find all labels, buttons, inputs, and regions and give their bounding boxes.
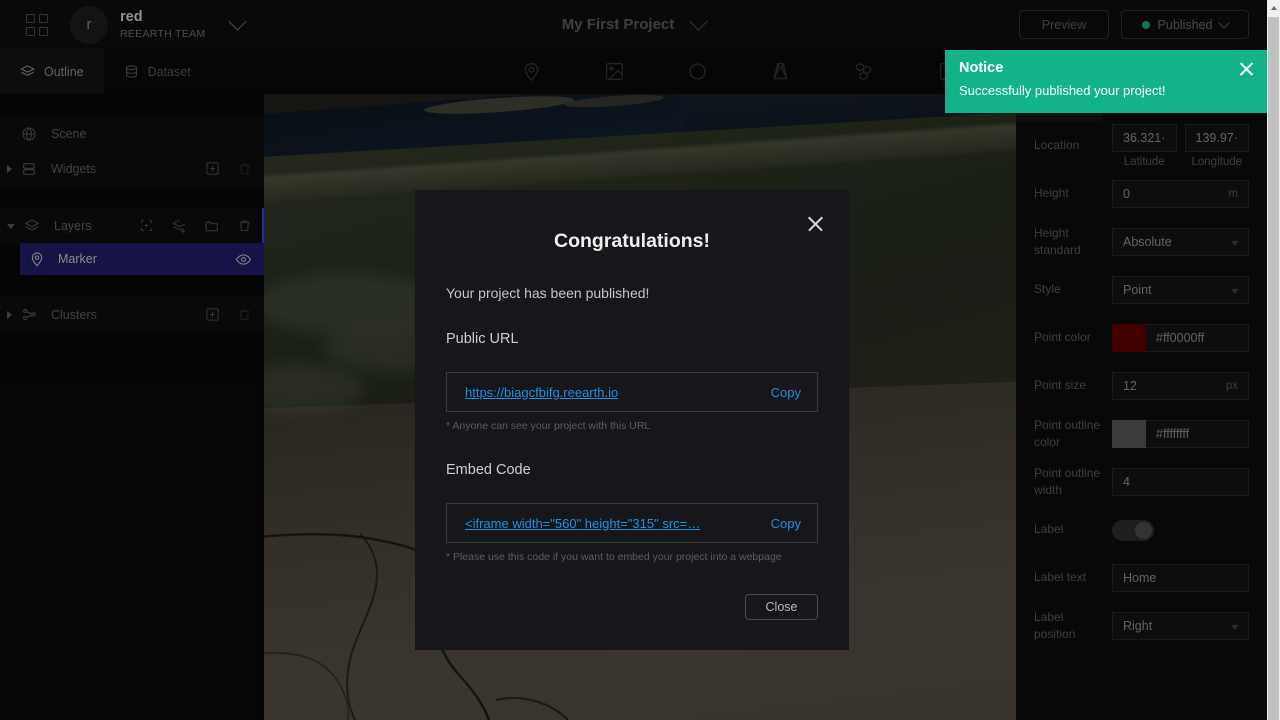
reearth-editor-window: r red REEARTH TEAM Preview Published My …: [0, 0, 1280, 720]
public-url-field: https://biagcfbifg.reearth.io Copy: [446, 372, 818, 412]
copy-embed-code-button[interactable]: Copy: [771, 516, 801, 531]
close-dialog-button[interactable]: Close: [745, 594, 818, 620]
public-url-section-heading: Public URL: [446, 331, 519, 347]
embed-code-hint: * Please use this code if you want to em…: [446, 551, 782, 563]
notice-title: Notice: [959, 60, 1004, 76]
public-url-link[interactable]: https://biagcfbifg.reearth.io: [465, 385, 618, 400]
close-dialog-button-label: Close: [765, 600, 798, 614]
notice-message: Successfully published your project!: [959, 83, 1166, 98]
notice-toast: Notice Successfully published your proje…: [945, 50, 1267, 113]
embed-code-field: <iframe width="560" height="315" src=… C…: [446, 503, 818, 543]
dialog-subtitle: Your project has been published!: [446, 285, 650, 301]
dialog-footer: Close: [446, 594, 818, 620]
copy-public-url-button[interactable]: Copy: [771, 385, 801, 400]
embed-code-section-heading: Embed Code: [446, 462, 531, 478]
embed-code-text[interactable]: <iframe width="560" height="315" src=…: [465, 516, 700, 531]
close-icon[interactable]: [806, 214, 825, 233]
close-icon[interactable]: [1238, 60, 1255, 77]
scrollbar-thumb[interactable]: [1268, 17, 1279, 720]
public-url-hint: * Anyone can see your project with this …: [446, 420, 651, 432]
browser-scrollbar[interactable]: [1267, 0, 1280, 720]
scroll-up-arrow-icon[interactable]: [1270, 6, 1277, 10]
dialog-title: Congratulations!: [554, 230, 710, 252]
publish-success-dialog: Congratulations! Your project has been p…: [415, 190, 849, 650]
